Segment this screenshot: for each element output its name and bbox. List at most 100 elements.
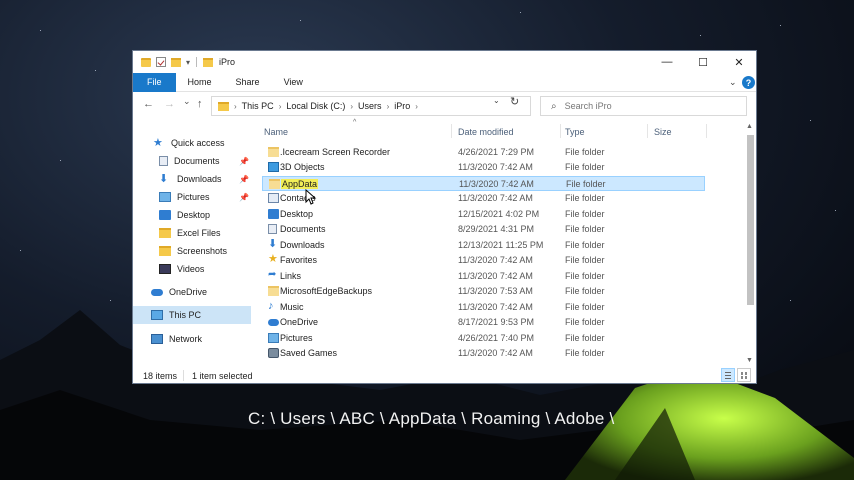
file-type: File folder [565, 271, 605, 281]
sidebar-item-desktop[interactable]: Desktop [133, 206, 251, 224]
sidebar-item-documents[interactable]: Documents 📌 [133, 152, 251, 170]
chevron-right-icon[interactable]: › [234, 102, 237, 111]
file-date: 11/3/2020 7:53 AM [458, 286, 533, 296]
sidebar-item-videos[interactable]: Videos [133, 260, 251, 278]
column-divider[interactable] [706, 124, 707, 138]
refresh-icon[interactable]: ↻ [510, 95, 519, 108]
sidebar-item-label: Desktop [177, 210, 211, 220]
new-folder-icon[interactable] [171, 57, 181, 67]
scroll-up-icon[interactable]: ▲ [746, 123, 753, 130]
cloud-icon [151, 288, 163, 296]
pictures-icon [159, 192, 171, 202]
search-placeholder: Search iPro [564, 101, 612, 111]
sidebar-item-excel-files[interactable]: Excel Files [133, 224, 251, 242]
table-row[interactable]: Saved Games 11/3/2020 7:42 AM File folde… [262, 346, 705, 361]
sidebar-item-label: Videos [177, 264, 205, 274]
videos-icon [159, 264, 171, 274]
address-dropdown-icon[interactable]: ⌄ [493, 96, 500, 105]
column-header-size[interactable]: Size [654, 127, 672, 137]
file-type: File folder [565, 317, 605, 327]
up-button[interactable]: ↑ [197, 98, 203, 110]
tab-home[interactable]: Home [176, 73, 224, 92]
chevron-right-icon[interactable]: › [415, 102, 418, 111]
sidebar-item-downloads[interactable]: ⬇ Downloads 📌 [133, 170, 251, 188]
sidebar-item-pictures[interactable]: Pictures 📌 [133, 188, 251, 206]
table-row[interactable]: ➦ Links 11/3/2020 7:42 AM File folder [262, 269, 705, 284]
large-icons-view-icon[interactable] [737, 368, 751, 382]
file-type: File folder [565, 162, 605, 172]
table-row-selected[interactable]: AppData 11/3/2020 7:42 AM File folder [262, 176, 705, 191]
table-row[interactable]: ♪ Music 11/3/2020 7:42 AM File folder [262, 300, 705, 315]
chevron-right-icon[interactable]: › [350, 102, 353, 111]
folder-icon [269, 179, 280, 189]
vertical-scrollbar[interactable]: ▲ ▼ [744, 121, 756, 367]
pin-icon[interactable]: 📌 [239, 157, 249, 166]
table-row[interactable]: ★ Favorites 11/3/2020 7:42 AM File folde… [262, 253, 705, 268]
file-explorer-window: ▾ iPro — ☐ ✕ File Home Share View ⌄ ? ← … [132, 50, 757, 384]
table-row[interactable]: .Icecream Screen Recorder 4/26/2021 7:29… [262, 145, 705, 160]
file-date: 11/3/2020 7:42 AM [458, 255, 533, 265]
column-header-name[interactable]: Name [264, 127, 288, 137]
file-type: File folder [565, 302, 605, 312]
minimize-button[interactable]: — [650, 51, 684, 73]
table-row[interactable]: ⬇ Downloads 12/13/2021 11:25 PM File fol… [262, 238, 705, 253]
pin-icon[interactable]: 📌 [239, 193, 249, 202]
pin-icon[interactable]: 📌 [239, 175, 249, 184]
file-name: Pictures [280, 333, 313, 343]
column-divider[interactable] [451, 124, 452, 138]
scroll-down-icon[interactable]: ▼ [746, 357, 753, 364]
chevron-right-icon[interactable]: › [279, 102, 282, 111]
file-date: 4/26/2021 7:29 PM [458, 147, 535, 157]
file-name: Music [280, 302, 304, 312]
cloud-icon [268, 319, 279, 326]
chevron-right-icon[interactable]: › [387, 102, 390, 111]
column-divider[interactable] [560, 124, 561, 138]
pictures-icon [268, 333, 279, 343]
maximize-button[interactable]: ☐ [686, 51, 720, 73]
forward-button[interactable]: → [164, 98, 175, 110]
file-name: .Icecream Screen Recorder [280, 147, 391, 157]
highlighted-file-name: AppData [281, 179, 319, 189]
search-input[interactable]: ⌕ Search iPro [540, 96, 747, 116]
breadcrumb-users[interactable]: Users [358, 101, 382, 111]
scrollbar-thumb[interactable] [747, 135, 754, 305]
sidebar-item-screenshots[interactable]: Screenshots [133, 242, 251, 260]
help-icon[interactable]: ? [742, 76, 755, 89]
desktop-icon [159, 210, 171, 220]
table-row[interactable]: OneDrive 8/17/2021 9:53 PM File folder [262, 315, 705, 330]
table-row[interactable]: Documents 8/29/2021 4:31 PM File folder [262, 222, 705, 237]
customize-toolbar-icon[interactable]: ▾ [186, 58, 190, 67]
sidebar-item-label: OneDrive [169, 287, 208, 297]
column-divider[interactable] [647, 124, 648, 138]
properties-icon[interactable] [156, 57, 166, 67]
tab-file[interactable]: File [133, 72, 176, 92]
column-header-date-modified[interactable]: Date modified [458, 127, 514, 137]
breadcrumb-this-pc[interactable]: This PC [242, 101, 274, 111]
details-view-icon[interactable] [721, 368, 735, 382]
file-type: File folder [565, 333, 605, 343]
file-date: 11/3/2020 7:42 AM [458, 271, 533, 281]
breadcrumb-ipro[interactable]: iPro [394, 101, 410, 111]
expand-ribbon-icon[interactable]: ⌄ [729, 77, 737, 88]
address-bar[interactable]: › This PC › Local Disk (C:) › Users › iP… [211, 96, 531, 116]
sidebar-item-network[interactable]: Network [133, 330, 251, 348]
folder-icon [268, 286, 279, 296]
desktop-icon [268, 209, 279, 219]
close-button[interactable]: ✕ [722, 51, 756, 73]
breadcrumb-local-disk[interactable]: Local Disk (C:) [286, 101, 345, 111]
folder-icon[interactable] [141, 57, 151, 67]
tab-view[interactable]: View [272, 73, 315, 92]
tab-share[interactable]: Share [224, 73, 272, 92]
back-button[interactable]: ← [143, 98, 154, 110]
sidebar-item-quick-access[interactable]: ★ Quick access [133, 134, 251, 152]
table-row[interactable]: Contacts 11/3/2020 7:42 AM File folder [262, 191, 705, 206]
table-row[interactable]: MicrosoftEdgeBackups 11/3/2020 7:53 AM F… [262, 284, 705, 299]
sidebar-item-onedrive[interactable]: OneDrive [133, 283, 251, 301]
table-row[interactable]: Pictures 4/26/2021 7:40 PM File folder [262, 331, 705, 346]
table-row[interactable]: 3D Objects 11/3/2020 7:42 AM File folder [262, 160, 705, 175]
column-header-type[interactable]: Type [565, 127, 585, 137]
table-row[interactable]: Desktop 12/15/2021 4:02 PM File folder [262, 207, 705, 222]
status-bar: 18 items 1 item selected [133, 367, 756, 384]
sidebar-item-this-pc[interactable]: This PC [133, 306, 251, 324]
recent-locations-button[interactable]: ⌄ [183, 96, 191, 107]
